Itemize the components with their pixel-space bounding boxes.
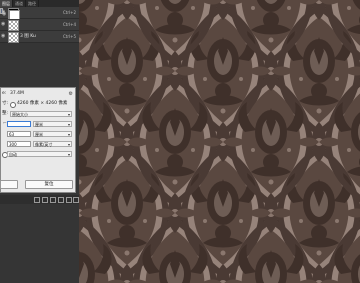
resolution-row: 300 像素/英寸 ▾ <box>1 140 75 148</box>
resolution-value: 300 <box>9 142 17 147</box>
eye-icon[interactable]: ◉ <box>1 21 6 27</box>
folder-icon[interactable] <box>58 197 64 203</box>
resample-value: 自动 <box>9 152 17 157</box>
chevron-down-icon: ▾ <box>67 142 70 147</box>
dimensions-value: 4260 像素 × 4260 像素 <box>17 101 68 106</box>
fit-to-value: 原始大小 <box>12 112 28 117</box>
tab-channels[interactable]: 通道 <box>13 0 26 7</box>
link-icon[interactable] <box>34 197 40 203</box>
height-unit: 厘米 <box>35 132 43 137</box>
layer-row[interactable]: ◉ Ctrl+4 <box>0 19 79 31</box>
gear-icon[interactable]: ⚙ <box>69 90 73 98</box>
width-row: ⌐ 厘米 ▾ <box>1 120 75 128</box>
size-label: e: <box>2 91 7 96</box>
height-row: 63 厘米 ▾ <box>1 130 75 138</box>
layer-shortcut: Ctrl+4 <box>62 22 76 27</box>
dimensions-label: 寸: <box>2 101 9 106</box>
document-canvas[interactable] <box>79 0 360 283</box>
dimensions-row: 寸: 4260 像素 × 4260 像素 <box>1 100 75 108</box>
layer-shortcut: Ctrl+2 <box>62 10 76 15</box>
tab-layers[interactable]: 图层 <box>0 0 13 7</box>
height-unit-select[interactable]: 厘米 ▾ <box>33 131 72 137</box>
resolution-unit-select[interactable]: 像素/英寸 ▾ <box>33 141 72 147</box>
layer-shortcut: Ctrl+5 <box>62 34 76 39</box>
chevron-down-icon: ▾ <box>67 132 70 137</box>
size-row: e: 37.4M ⚙ <box>1 90 75 98</box>
width-field[interactable] <box>7 121 31 127</box>
panel-tabs: 图层 通道 路径 <box>0 0 79 7</box>
fit-label: 整: <box>2 111 9 116</box>
layer-row[interactable]: ◉ 3 图 Ku Ctrl+5 <box>0 31 79 43</box>
height-value: 63 <box>9 132 15 137</box>
reset-button-label: 复位 <box>44 182 54 187</box>
resolution-unit: 像素/英寸 <box>35 142 53 147</box>
chevron-down-icon: ▾ <box>67 122 70 127</box>
resolution-field[interactable]: 300 <box>7 141 31 147</box>
height-field[interactable]: 63 <box>7 131 31 137</box>
size-value: 37.4M <box>10 91 24 96</box>
damask-pattern <box>79 0 360 283</box>
fit-row: 整: 原始大小 ▾ <box>1 110 75 118</box>
width-unit: 厘米 <box>35 122 43 127</box>
layer-name: 3 图 Ku <box>20 34 36 39</box>
layer-row[interactable]: ◉Ctrl+3 <box>0 8 20 21</box>
image-size-dialog: e: 37.4M ⚙ 寸: 4260 像素 × 4260 像素 整: 原始大小 … <box>0 87 76 193</box>
new-layer-icon[interactable] <box>66 197 72 203</box>
fit-to-select[interactable]: 原始大小 ▾ <box>10 111 72 117</box>
fx-icon[interactable] <box>42 197 48 203</box>
resample-select[interactable]: 自动 ▾ <box>7 151 72 157</box>
panel-bottom-toolbar <box>0 195 79 204</box>
resample-row: 自动 ▾ <box>1 150 75 158</box>
eye-icon[interactable]: ◉ <box>2 11 7 17</box>
dimensions-toggle[interactable] <box>10 102 16 108</box>
ok-button[interactable] <box>0 180 18 189</box>
chevron-down-icon: ▾ <box>67 112 70 117</box>
eye-icon[interactable]: ◉ <box>1 33 6 39</box>
width-unit-select[interactable]: 厘米 ▾ <box>33 121 72 127</box>
layer-thumbnail <box>8 32 19 43</box>
chevron-down-icon: ▾ <box>67 152 70 157</box>
layer-list: ◉Ctrl+2◉Ctrl+3◉Ctrl+4◉3 图 KuCtrl+5 <box>0 7 79 43</box>
reset-button[interactable]: 复位 <box>25 180 73 189</box>
tab-paths[interactable]: 路径 <box>26 0 39 7</box>
layer-thumbnail <box>8 20 19 31</box>
mask-icon[interactable] <box>50 197 56 203</box>
